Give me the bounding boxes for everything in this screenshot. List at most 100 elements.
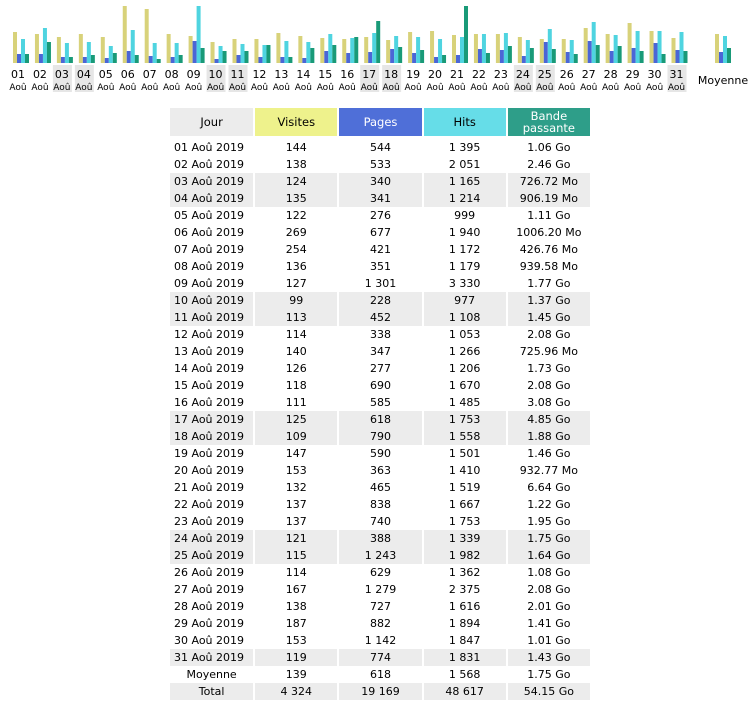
row-date: 17 Aoû 2019 (170, 411, 254, 428)
bar-pages (587, 41, 592, 63)
row-visites: 153 (285, 634, 307, 647)
bar-hits (372, 33, 377, 63)
bar-hits (679, 32, 684, 63)
row-visites: 137 (285, 515, 307, 528)
total-visites: 4 324 (255, 683, 338, 700)
tick-label-month: Aoû (251, 83, 268, 93)
bar-bandwidth (464, 6, 468, 63)
row-bande: 2.08 Go (527, 583, 571, 596)
row-visites: 144 (285, 141, 307, 154)
row-visites: 136 (285, 260, 307, 273)
bar-visits (166, 34, 171, 63)
row-visites: 114 (285, 566, 307, 579)
row-date: 20 Aoû 2019 (174, 464, 245, 477)
row-bande: 2.46 Go (527, 158, 571, 171)
bar-pages (390, 49, 395, 63)
bar-hits (525, 40, 530, 63)
table-row: 19 Aoû 2019 147 590 1 501 1.46 Go (170, 445, 590, 462)
bar-pages (280, 57, 285, 63)
row-bande: 1.64 Go (507, 547, 590, 564)
tick-label-day: 29 (626, 68, 640, 81)
row-hits: 977 (423, 292, 506, 309)
average-bar-visits (715, 34, 719, 63)
row-pages: 351 (369, 260, 391, 273)
tick-label-day: 16 (340, 68, 354, 81)
row-bande: 1.73 Go (527, 362, 571, 375)
bar-visits (78, 34, 83, 63)
bar-hits (21, 39, 25, 63)
row-visites: 122 (285, 209, 307, 222)
bar-bandwidth (222, 51, 227, 63)
bar-visits (364, 37, 369, 63)
bar-pages (565, 52, 570, 63)
bar-visits (122, 6, 127, 63)
bar-bandwidth (354, 37, 359, 63)
header-jour: Jour (170, 108, 254, 136)
row-date: 30 Aoû 2019 (174, 634, 245, 647)
row-date: 07 Aoû 2019 (174, 243, 245, 256)
row-hits: 1 053 (448, 328, 481, 341)
table-row: 11 Aoû 2019 113 452 1 108 1.45 Go (170, 309, 590, 326)
row-pages: 1 301 (364, 277, 397, 290)
row-date: 05 Aoû 2019 (174, 209, 245, 222)
tick-label-month: Aoû (9, 83, 26, 93)
tick-label-day: 10 (209, 68, 223, 81)
table-header-row: Jour Visites Pages Hits Bande passante (170, 108, 590, 136)
total-pages: 19 169 (339, 683, 422, 700)
tick-label-month: Aoû (97, 83, 114, 93)
bar-bandwidth (639, 51, 644, 63)
bar-bandwidth (420, 50, 425, 63)
table-row: 25 Aoû 2019 115 1 243 1 982 1.64 Go (170, 547, 590, 564)
table-row: 05 Aoû 2019 122 276 999 1.11 Go (170, 207, 590, 224)
average-hits: 1 568 (448, 668, 481, 681)
bar-pages (543, 42, 548, 63)
bar-bandwidth (573, 54, 578, 63)
bar-pages (38, 54, 43, 63)
row-date: 26 Aoû 2019 (174, 566, 245, 579)
bar-visits (298, 36, 303, 63)
bar-bandwidth (90, 55, 95, 63)
bar-hits (174, 43, 179, 63)
tick-label-day: 15 (318, 68, 332, 81)
total-hits: 48 617 (423, 683, 506, 700)
table-row: 26 Aoû 2019 114 629 1 362 1.08 Go (170, 564, 590, 581)
bar-hits (240, 44, 245, 63)
row-hits: 1 940 (448, 226, 481, 239)
bar-visits (430, 31, 435, 63)
row-bande: 726.72 Mo (507, 173, 590, 190)
row-visites: 167 (285, 583, 307, 596)
chart-svg: 01 Aoû 02 Aoû 03 Aoû 04 Aoû 05 Aoû 06 Aoû 07 Aoû 08 Aoû… (9, 6, 748, 93)
row-bande: 1.88 Go (507, 428, 590, 445)
bar-pages (675, 50, 680, 63)
bar-pages (456, 55, 460, 63)
daily-stats-table: Jour Visites Pages Hits Bande passante 0… (168, 108, 592, 700)
table-row: 07 Aoû 2019 254 421 1 172 426.76 Mo (170, 241, 590, 258)
row-date: 06 Aoû 2019 (174, 226, 245, 239)
tick-label-month: Aoû (492, 83, 509, 93)
row-visites: 153 (285, 464, 307, 477)
tick-label-month: Aoû (273, 83, 290, 93)
bar-visits (605, 34, 610, 63)
row-bande: 1.08 Go (527, 566, 571, 579)
row-visites: 269 (285, 226, 307, 239)
bar-bandwidth (156, 59, 161, 63)
row-visites: 135 (255, 190, 338, 207)
table-row: 14 Aoû 2019 126 277 1 206 1.73 Go (170, 360, 590, 377)
bar-hits (503, 33, 508, 63)
tick-label-month: Aoû (448, 83, 465, 93)
bar-visits (13, 32, 17, 63)
bar-visits (671, 38, 676, 63)
row-hits: 1 753 (423, 411, 506, 428)
bar-hits (284, 41, 289, 63)
bar-visits (539, 39, 544, 63)
bar-hits (635, 31, 640, 63)
row-pages: 388 (339, 530, 422, 547)
bar-pages (126, 51, 131, 63)
row-bande: 2.08 Go (527, 328, 571, 341)
tick-label-day: 09 (187, 68, 201, 81)
tick-label-day: 03 (55, 68, 69, 81)
row-hits: 1 485 (448, 396, 481, 409)
bar-hits (394, 36, 399, 63)
row-hits: 1 395 (448, 141, 481, 154)
bar-visits (627, 23, 632, 63)
